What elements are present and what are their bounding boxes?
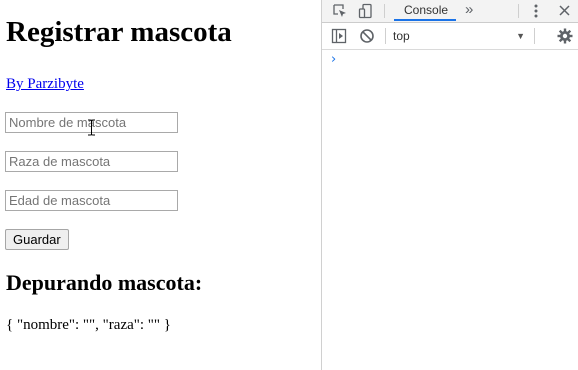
context-selector[interactable]: top ▼ [393, 28, 525, 44]
debug-heading: Depurando mascota: [6, 270, 203, 295]
text-cursor-icon [88, 119, 95, 136]
settings-gear-icon[interactable] [557, 28, 573, 44]
pet-breed-input[interactable] [5, 151, 178, 172]
sidebar-toggle-icon[interactable] [331, 28, 347, 44]
clear-console-icon[interactable] [359, 28, 375, 44]
close-icon[interactable] [558, 4, 571, 17]
inspect-element-icon[interactable] [332, 3, 348, 19]
console-prompt[interactable]: › [331, 52, 336, 67]
device-toolbar-icon[interactable] [358, 3, 374, 19]
more-tabs-icon[interactable]: » [465, 0, 473, 19]
save-button[interactable]: Guardar [5, 229, 69, 250]
tabbar-separator [518, 4, 519, 18]
context-selector-value: top [393, 29, 410, 43]
toolbar-separator [385, 28, 386, 44]
active-tab-indicator [394, 19, 456, 21]
devtools-panel: Console » top ▼ › [321, 0, 578, 370]
page-content: Registrar mascota By Parzibyte Guardar D… [0, 0, 321, 370]
kebab-menu-icon[interactable] [532, 3, 540, 19]
debug-output: { "nombre": "", "raza": "" } [6, 317, 172, 333]
author-link[interactable]: By Parzibyte [6, 76, 84, 93]
devtools-tabbar: Console » [322, 0, 578, 23]
toolbar-separator [534, 28, 535, 44]
pet-age-input[interactable] [5, 190, 178, 211]
tabbar-separator [384, 4, 385, 18]
page-title: Registrar mascota [6, 16, 232, 48]
chevron-down-icon: ▼ [516, 31, 525, 41]
